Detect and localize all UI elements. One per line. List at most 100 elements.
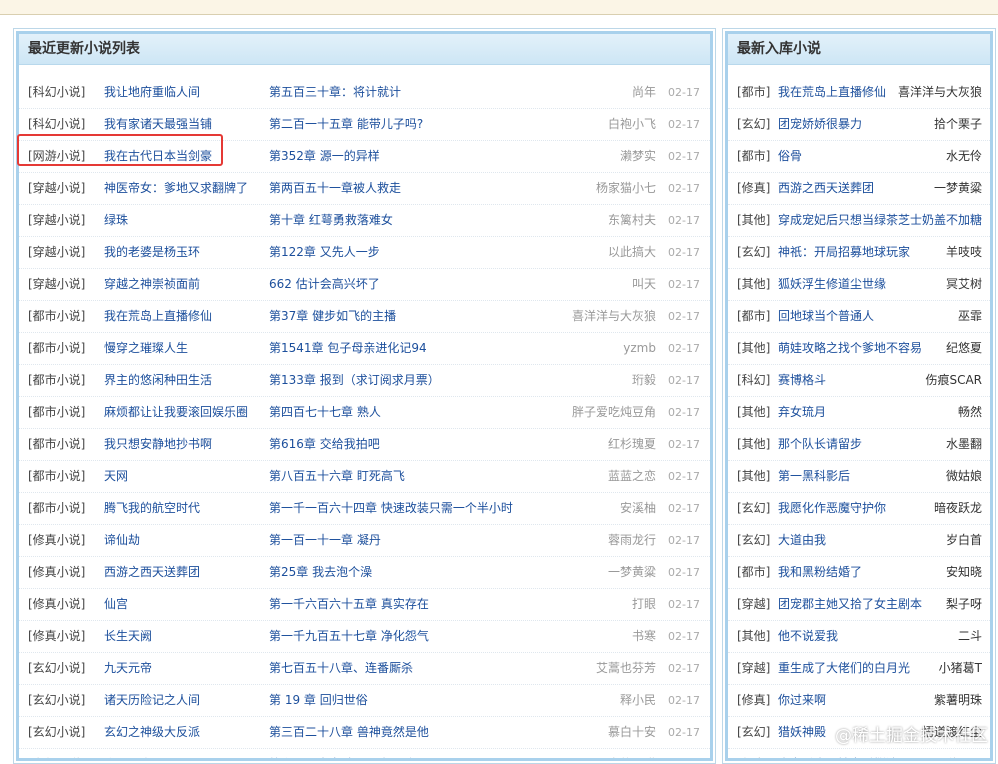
category-label: [其他] <box>737 213 771 227</box>
chapter-link[interactable]: 第六百一十章 龙飞凤舞入宝殿 <box>269 749 429 758</box>
novel-title-link[interactable]: 贵女重生：嫡女手撕渣男 <box>778 749 910 758</box>
chapter-link[interactable]: 662 估计会高兴坏了 <box>269 269 380 300</box>
novel-title-link[interactable]: 第一黑科影后 <box>778 461 850 492</box>
novel-title-link[interactable]: 弃女琉月 <box>778 397 826 428</box>
novel-title-link[interactable]: 他不说爱我 <box>778 621 838 652</box>
novel-title-link[interactable]: 猎妖神殿 <box>778 717 826 748</box>
table-row: [穿越小说] 穿越之神崇祯面前 662 估计会高兴坏了 叫天 02-17 <box>19 269 710 301</box>
novel-title-link[interactable]: 腾飞我的航空时代 <box>104 493 200 524</box>
novel-title-link[interactable]: 仙宫 <box>104 589 128 620</box>
table-row: [穿越小说] 绿珠 第十章 红萼勇救落难女 东篱村夫 02-17 <box>19 205 710 237</box>
list-item: [其他] 狐妖浮生修道尘世缘 冥艾树 <box>728 269 990 301</box>
novel-title-link[interactable]: 西游之西天送葬团 <box>778 173 874 204</box>
table-row: [都市小说] 我在荒岛上直播修仙 第37章 健步如飞的主播 喜洋洋与大灰狼 02-17 <box>19 301 710 333</box>
novel-title-link[interactable]: 长生天阙 <box>104 621 152 652</box>
author-name: 打眼 <box>631 597 656 611</box>
novel-title-link[interactable]: 绿珠 <box>104 205 128 236</box>
list-item: [都市] 我和黑粉结婚了 安知晓 <box>728 557 990 589</box>
chapter-link[interactable]: 第八百五十六章 盯死高飞 <box>269 461 405 492</box>
category-label: [玄幻] <box>737 725 771 739</box>
novel-title-link[interactable]: 我的老婆是杨玉环 <box>104 237 200 268</box>
category-label: [玄幻小说] <box>28 693 86 707</box>
chapter-link[interactable]: 第七百五十八章、连番厮杀 <box>269 653 413 684</box>
chapter-link[interactable]: 第616章 交给我拍吧 <box>269 429 380 460</box>
category-label: [都市] <box>737 85 771 99</box>
chapter-link[interactable]: 第37章 健步如飞的主播 <box>269 301 396 332</box>
author-name: 暗夜跃龙 <box>933 501 982 515</box>
new-books-panel-inner: 最新入库小说 [都市] 我在荒岛上直播修仙 喜洋洋与大灰狼 [玄幻] 团宠娇娇很暴力 拾个… <box>725 31 993 761</box>
chapter-link[interactable]: 第 19 章 回归世俗 <box>269 685 368 716</box>
update-date: 02-17 <box>668 374 700 387</box>
category-label: [玄幻] <box>737 245 771 259</box>
novel-title-link[interactable]: 玄幻之神级大反派 <box>104 717 200 748</box>
chapter-link[interactable]: 第两百五十一章被人救走 <box>269 173 401 204</box>
novel-title-link[interactable]: 大道由我 <box>778 525 826 556</box>
novel-title-link[interactable]: 你过来啊 <box>778 685 826 716</box>
list-item: [玄幻] 神祇：开局招募地球玩家 羊吱吱 <box>728 237 990 269</box>
novel-title-link[interactable]: 萌娃攻略之找个爹地不容易 <box>778 333 922 364</box>
update-date: 02-17 <box>668 214 700 227</box>
list-item: [都市] 俗骨 水无伶 <box>728 141 990 173</box>
novel-title-link[interactable]: 团宠娇娇很暴力 <box>778 109 862 140</box>
novel-title-link[interactable]: 我和黑粉结婚了 <box>778 557 862 588</box>
novel-title-link[interactable]: 回地球当个普通人 <box>778 301 874 332</box>
novel-title-link[interactable]: 我在古代日本当剑豪 <box>104 141 212 172</box>
novel-title-link[interactable]: 我在荒岛上直播修仙 <box>778 77 886 108</box>
novel-title-link[interactable]: 诸天历险记之人间 <box>104 685 200 716</box>
author-name: 畅然 <box>957 405 982 419</box>
recent-updates-list: [科幻小说] 我让地府重临人间 第五百三十章：将计就计 尚年 02-17 [科幻小说] 我有… <box>19 77 710 758</box>
novel-title-link[interactable]: 我在荒岛上直播修仙 <box>104 301 212 332</box>
novel-title-link[interactable]: 俗骨 <box>778 141 802 172</box>
chapter-link[interactable]: 第十章 红萼勇救落难女 <box>269 205 393 236</box>
novel-title-link[interactable]: 界主的悠闲种田生活 <box>104 365 212 396</box>
novel-title-link[interactable]: 九天元帝 <box>104 653 152 684</box>
category-label: [穿越] <box>737 597 771 611</box>
update-date: 02-17 <box>668 470 700 483</box>
novel-title-link[interactable]: 穿成宠妃后只想当绿茶芝士奶盖不加糖 <box>778 205 982 236</box>
category-label: [玄幻小说] <box>28 725 86 739</box>
novel-title-link[interactable]: 我让地府重临人间 <box>104 77 200 108</box>
category-label: [穿越小说] <box>28 213 86 227</box>
chapter-link[interactable]: 第三百二十八章 兽神竟然是他 <box>269 717 429 748</box>
novel-title-link[interactable]: 我愿化作恶魔守护你 <box>778 493 886 524</box>
update-date: 02-17 <box>668 150 700 163</box>
chapter-link[interactable]: 第四百七十七章 熟人 <box>269 397 381 428</box>
category-label: [穿越] <box>737 661 771 675</box>
novel-title-link[interactable]: 我有家诸天最强当铺 <box>104 109 212 140</box>
chapter-link[interactable]: 第1541章 包子母亲进化记94 <box>269 333 427 364</box>
chapter-link[interactable]: 第一千六百六十五章 真实存在 <box>269 589 429 620</box>
list-item: [其他] 第一黑科影后 微姑娘 <box>728 461 990 493</box>
chapter-link[interactable]: 第二百一十五章 能带儿子吗? <box>269 109 423 140</box>
chapter-link[interactable]: 第25章 我去泡个澡 <box>269 557 372 588</box>
update-date: 02-17 <box>668 662 700 675</box>
novel-title-link[interactable]: 神医帝女：爹地又求翻牌了 <box>104 173 248 204</box>
chapter-link[interactable]: 第122章 又先人一步 <box>269 237 380 268</box>
novel-title-link[interactable]: 麻烦都让让我要滚回娱乐圈 <box>104 397 248 428</box>
chapter-link[interactable]: 第133章 报到（求订阅求月票） <box>269 365 440 396</box>
novel-title-link[interactable]: 团宠郡主她又拾了女主剧本 <box>778 589 922 620</box>
chapter-link[interactable]: 第一百一十一章 凝丹 <box>269 525 381 556</box>
novel-title-link[interactable]: 那个队长请留步 <box>778 429 862 460</box>
update-date: 02-17 <box>668 342 700 355</box>
novel-title-link[interactable]: 赛博格斗 <box>778 365 826 396</box>
table-row: [都市小说] 慢穿之璀璨人生 第1541章 包子母亲进化记94 yzmb 02-17 <box>19 333 710 365</box>
novel-title-link[interactable]: 西游之西天送葬团 <box>104 557 200 588</box>
chapter-link[interactable]: 第一千一百六十四章 快速改装只需一个半小时 <box>269 493 513 524</box>
category-label: [其他] <box>737 277 771 291</box>
novel-title-link[interactable]: 重生成了大佬们的白月光 <box>778 653 910 684</box>
novel-title-link[interactable]: 彩凰耀世 <box>104 749 152 758</box>
novel-title-link[interactable]: 神祇：开局招募地球玩家 <box>778 237 910 268</box>
chapter-link[interactable]: 第五百三十章：将计就计 <box>269 77 401 108</box>
chapter-link[interactable]: 第352章 源一的异样 <box>269 141 380 172</box>
novel-title-link[interactable]: 慢穿之璀璨人生 <box>104 333 188 364</box>
category-label: [都市] <box>737 749 770 758</box>
category-label: [穿越小说] <box>28 181 86 195</box>
novel-title-link[interactable]: 穿越之神崇祯面前 <box>104 269 200 300</box>
list-item: [都市] 我在荒岛上直播修仙 喜洋洋与大灰狼 <box>728 77 990 109</box>
chapter-link[interactable]: 第一千九百五十七章 净化怨气 <box>269 621 429 652</box>
category-label: [玄幻小说] <box>28 661 86 675</box>
novel-title-link[interactable]: 谛仙劫 <box>104 525 140 556</box>
novel-title-link[interactable]: 天网 <box>104 461 128 492</box>
novel-title-link[interactable]: 狐妖浮生修道尘世缘 <box>778 269 886 300</box>
novel-title-link[interactable]: 我只想安静地抄书啊 <box>104 429 212 460</box>
